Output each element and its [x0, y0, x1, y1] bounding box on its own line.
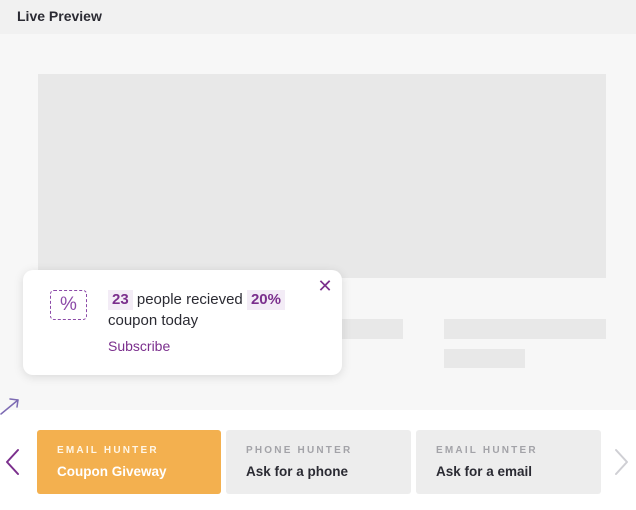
- placeholder-text-bar: [444, 319, 606, 339]
- close-icon[interactable]: ✕: [316, 277, 334, 295]
- header: Live Preview: [0, 0, 636, 34]
- discount-value: 20%: [246, 290, 285, 310]
- chevron-right-icon[interactable]: [612, 447, 630, 477]
- chevron-left-icon[interactable]: [4, 447, 22, 477]
- people-count: 23: [108, 290, 133, 310]
- card-title: Coupon Giveway: [57, 464, 167, 479]
- card-type-label: EMAIL HUNTER: [436, 445, 538, 456]
- template-card-email-hunter-coupon[interactable]: EMAIL HUNTER Coupon Giveway: [37, 430, 221, 494]
- template-card-phone-hunter[interactable]: PHONE HUNTER Ask for a phone: [226, 430, 411, 494]
- card-type-label: PHONE HUNTER: [246, 445, 353, 456]
- notification-text-end: coupon today: [108, 312, 199, 329]
- page-title: Live Preview: [17, 8, 102, 24]
- coupon-notification-popup: % 23 people recieved 20% coupon today Su…: [23, 270, 342, 375]
- notification-text-middle: people recieved: [136, 291, 243, 308]
- notification-message: 23 people recieved 20% coupon today: [108, 289, 318, 331]
- placeholder-text-bar: [444, 349, 525, 368]
- percent-coupon-icon: %: [50, 290, 87, 320]
- card-title: Ask for a phone: [246, 464, 349, 479]
- placeholder-image: [38, 74, 606, 278]
- card-type-label: EMAIL HUNTER: [57, 445, 159, 456]
- resize-arrow-icon: [0, 398, 19, 415]
- subscribe-link[interactable]: Subscribe: [108, 338, 170, 354]
- card-title: Ask for a email: [436, 464, 533, 479]
- template-card-email-hunter-email[interactable]: EMAIL HUNTER Ask for a email: [416, 430, 601, 494]
